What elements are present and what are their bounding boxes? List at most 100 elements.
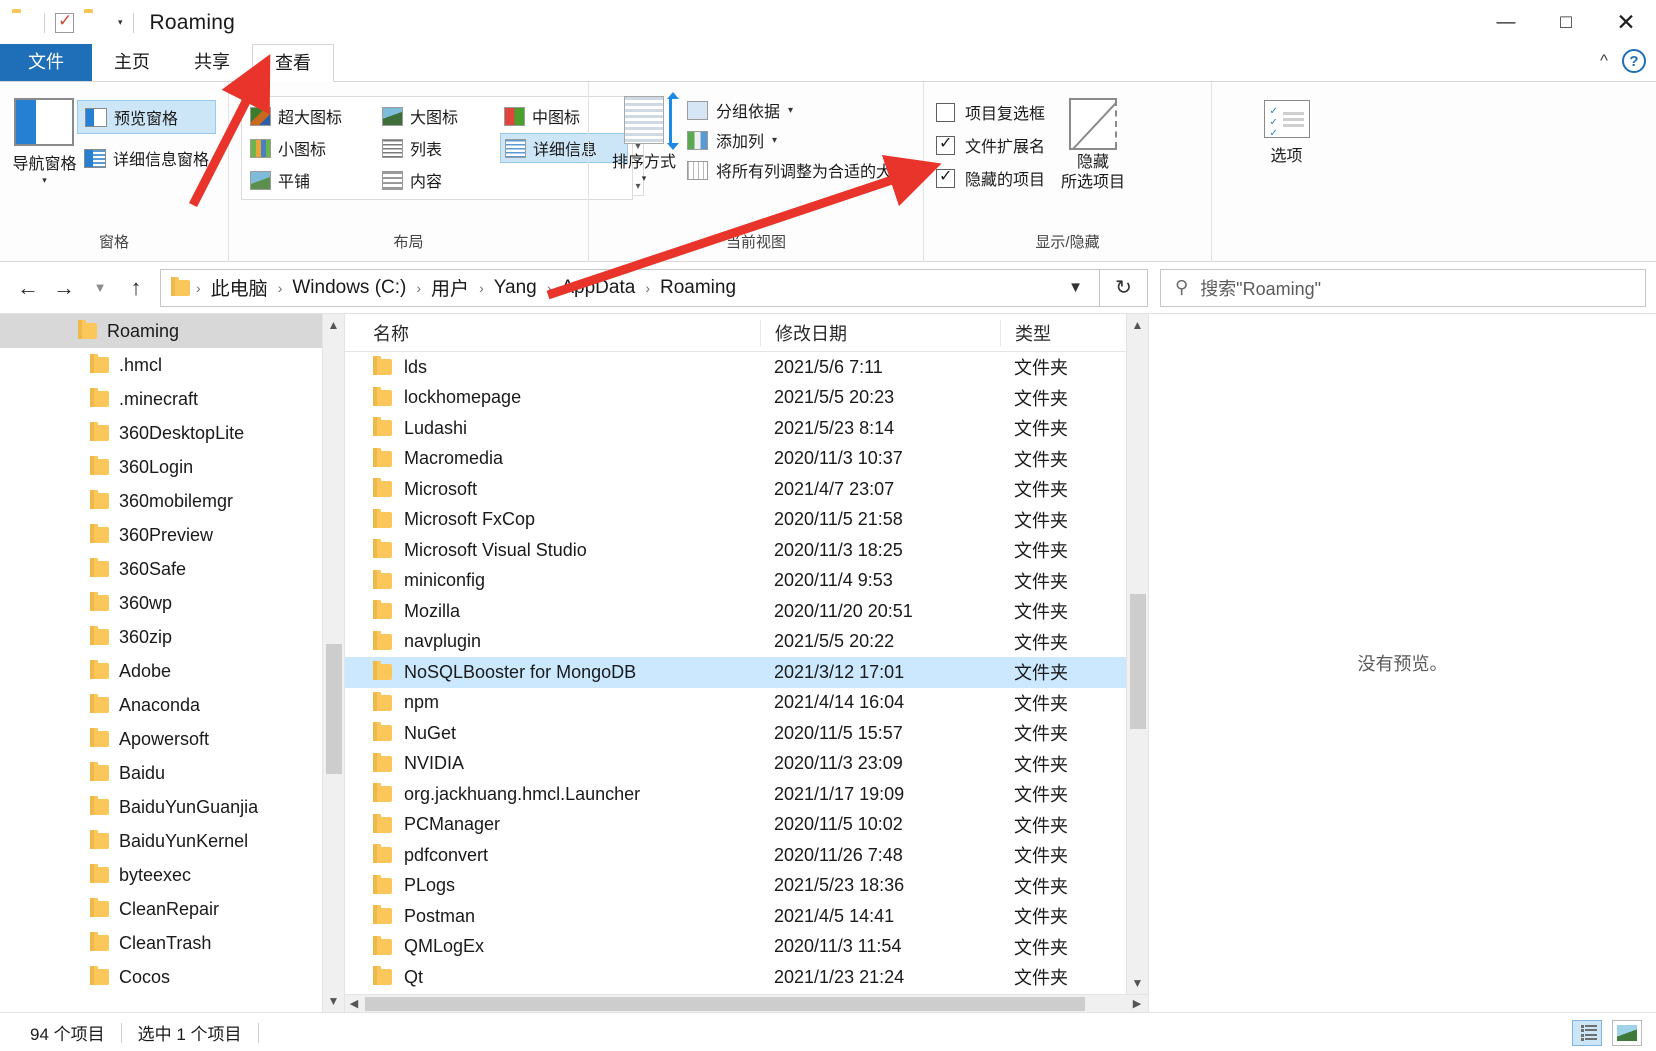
new-folder-icon[interactable] <box>84 12 106 34</box>
nav-item-roaming[interactable]: Roaming <box>0 314 322 348</box>
scroll-down-icon[interactable]: ▼ <box>328 990 340 1012</box>
nav-item-360zip[interactable]: 360zip <box>0 620 322 654</box>
layout-large-icons[interactable]: 大图标 <box>378 101 496 131</box>
maximize-button[interactable]: □ <box>1536 0 1596 45</box>
nav-item-360wp[interactable]: 360wp <box>0 586 322 620</box>
tab-view[interactable]: 查看 <box>252 44 334 82</box>
chevron-up-icon[interactable]: ^ <box>1600 51 1608 71</box>
table-row[interactable]: Microsoft 2021/4/7 23:07 文件夹 <box>345 474 1148 505</box>
table-row[interactable]: lds 2021/5/6 7:11 文件夹 <box>345 352 1148 383</box>
details-view-button[interactable] <box>1572 1019 1602 1046</box>
table-row[interactable]: Ludashi 2021/5/23 8:14 文件夹 <box>345 413 1148 444</box>
recent-locations-icon[interactable]: ▼ <box>82 270 118 306</box>
chevron-down-icon[interactable]: ▾ <box>788 105 793 116</box>
nav-item-adobe[interactable]: Adobe <box>0 654 322 688</box>
chevron-down-icon[interactable]: ▾ <box>42 175 47 186</box>
group-by-button[interactable]: 分组依据 ▾ <box>687 98 908 122</box>
table-row[interactable]: org.jackhuang.hmcl.Launcher 2021/1/17 19… <box>345 779 1148 810</box>
navigation-pane-button[interactable]: 导航窗格 ▾ <box>12 92 77 186</box>
nav-item-360desktoplite[interactable]: 360DesktopLite <box>0 416 322 450</box>
file-list-scrollbar[interactable]: ▲ ▼ <box>1126 314 1148 994</box>
hidden-items-option[interactable]: 隐藏的项目 <box>936 166 1045 190</box>
table-row[interactable]: Mozilla 2020/11/20 20:51 文件夹 <box>345 596 1148 627</box>
scrollbar-thumb[interactable] <box>326 644 342 774</box>
table-row[interactable]: npm 2021/4/14 16:04 文件夹 <box>345 688 1148 719</box>
layout-extra-large-icons[interactable]: 超大图标 <box>246 101 374 131</box>
table-row[interactable]: NVIDIA 2020/11/3 23:09 文件夹 <box>345 749 1148 780</box>
breadcrumb-item-windows-c[interactable]: Windows (C:) <box>286 275 412 301</box>
nav-item-hmcl[interactable]: .hmcl <box>0 348 322 382</box>
breadcrumb-item-yang[interactable]: Yang <box>488 275 543 301</box>
sort-by-button[interactable]: 排序方式 ▾ <box>601 92 687 184</box>
scroll-down-icon[interactable]: ▼ <box>1132 972 1144 994</box>
search-input[interactable]: ⚲ 搜索"Roaming" <box>1160 268 1646 307</box>
table-row[interactable]: NuGet 2020/11/5 15:57 文件夹 <box>345 718 1148 749</box>
nav-item-cocos[interactable]: Cocos <box>0 960 322 994</box>
chevron-down-icon[interactable]: ▼ <box>1058 279 1093 296</box>
minimize-button[interactable]: — <box>1476 0 1536 45</box>
table-row[interactable]: Postman 2021/4/5 14:41 文件夹 <box>345 901 1148 932</box>
folder-icon[interactable] <box>12 12 34 34</box>
chevron-down-icon[interactable]: ▾ <box>642 173 647 184</box>
nav-item-anaconda[interactable]: Anaconda <box>0 688 322 722</box>
nav-item-360preview[interactable]: 360Preview <box>0 518 322 552</box>
table-row[interactable]: Microsoft FxCop 2020/11/5 21:58 文件夹 <box>345 505 1148 536</box>
checkbox-checked-icon[interactable] <box>936 133 955 155</box>
layout-content[interactable]: 内容 <box>378 165 496 195</box>
breadcrumb-item-appdata[interactable]: AppData <box>555 275 641 301</box>
breadcrumb-item-this-pc[interactable]: 此电脑 <box>205 272 274 303</box>
refresh-button[interactable]: ↻ <box>1100 268 1148 307</box>
table-row[interactable]: pdfconvert 2020/11/26 7:48 文件夹 <box>345 840 1148 871</box>
help-icon[interactable]: ? <box>1622 49 1646 73</box>
chevron-down-icon[interactable]: ▾ <box>118 17 123 28</box>
layout-tiles[interactable]: 平铺 <box>246 165 374 195</box>
scrollbar-thumb[interactable] <box>365 997 1085 1011</box>
table-row[interactable]: Microsoft Visual Studio 2020/11/3 18:25 … <box>345 535 1148 566</box>
hide-selected-items-button[interactable]: 隐藏 所选项目 <box>1045 92 1141 193</box>
scroll-up-icon[interactable]: ▲ <box>1132 314 1144 336</box>
size-all-columns-button[interactable]: 将所有列调整为合适的大小 <box>687 158 908 182</box>
table-row[interactable]: miniconfig 2020/11/4 9:53 文件夹 <box>345 566 1148 597</box>
item-checkboxes-option[interactable]: 项目复选框 <box>936 100 1045 124</box>
table-row[interactable]: Macromedia 2020/11/3 10:37 文件夹 <box>345 444 1148 475</box>
nav-item-minecraft[interactable]: .minecraft <box>0 382 322 416</box>
nav-item-apowersoft[interactable]: Apowersoft <box>0 722 322 756</box>
nav-item-cleanrepair[interactable]: CleanRepair <box>0 892 322 926</box>
nav-item-360login[interactable]: 360Login <box>0 450 322 484</box>
tab-file[interactable]: 文件 <box>0 44 92 81</box>
table-row[interactable]: PLogs 2021/5/23 18:36 文件夹 <box>345 871 1148 902</box>
table-row[interactable]: NoSQLBooster for MongoDB 2021/3/12 17:01… <box>345 657 1148 688</box>
table-row[interactable]: Qt 2021/1/23 21:24 文件夹 <box>345 962 1148 993</box>
nav-item-360mobilemgr[interactable]: 360mobilemgr <box>0 484 322 518</box>
table-row[interactable]: PCManager 2020/11/5 10:02 文件夹 <box>345 810 1148 841</box>
checkbox-checked-icon[interactable] <box>936 166 955 188</box>
address-path-box[interactable]: › 此电脑 › Windows (C:) › 用户 › Yang › AppDa… <box>160 268 1100 307</box>
up-arrow-icon[interactable]: ↑ <box>118 270 154 306</box>
nav-item-baiduyunkernel[interactable]: BaiduYunKernel <box>0 824 322 858</box>
add-columns-button[interactable]: 添加列 ▾ <box>687 128 908 152</box>
column-header-name[interactable]: 名称 <box>345 320 760 346</box>
scroll-right-icon[interactable]: ▶ <box>1128 997 1146 1010</box>
nav-item-byteexec[interactable]: byteexec <box>0 858 322 892</box>
nav-item-cleantrash[interactable]: CleanTrash <box>0 926 322 960</box>
nav-item-baidu[interactable]: Baidu <box>0 756 322 790</box>
layout-list[interactable]: 列表 <box>378 133 496 163</box>
tab-home[interactable]: 主页 <box>92 44 172 81</box>
scrollbar-thumb[interactable] <box>1130 594 1146 729</box>
large-icons-view-button[interactable] <box>1612 1019 1642 1046</box>
file-list-hscrollbar[interactable]: ◀ ▶ <box>345 994 1148 1012</box>
chevron-down-icon[interactable]: ▾ <box>772 135 777 146</box>
nav-item-360safe[interactable]: 360Safe <box>0 552 322 586</box>
forward-arrow-icon[interactable]: → <box>46 270 82 306</box>
layout-small-icons[interactable]: 小图标 <box>246 133 374 163</box>
scroll-left-icon[interactable]: ◀ <box>345 997 363 1010</box>
scroll-up-icon[interactable]: ▲ <box>328 314 340 336</box>
breadcrumb-item-roaming[interactable]: Roaming <box>654 275 742 301</box>
preview-pane-button[interactable]: 预览窗格 <box>76 100 216 134</box>
table-row[interactable]: lockhomepage 2021/5/5 20:23 文件夹 <box>345 383 1148 414</box>
navigation-pane-scrollbar[interactable]: ▲ ▼ <box>322 314 344 1012</box>
checkbox-icon[interactable] <box>936 102 955 122</box>
table-row[interactable]: QMLogEx 2020/11/3 11:54 文件夹 <box>345 932 1148 963</box>
tab-share[interactable]: 共享 <box>172 44 252 81</box>
details-pane-button[interactable]: 详细信息窗格 <box>77 142 216 174</box>
